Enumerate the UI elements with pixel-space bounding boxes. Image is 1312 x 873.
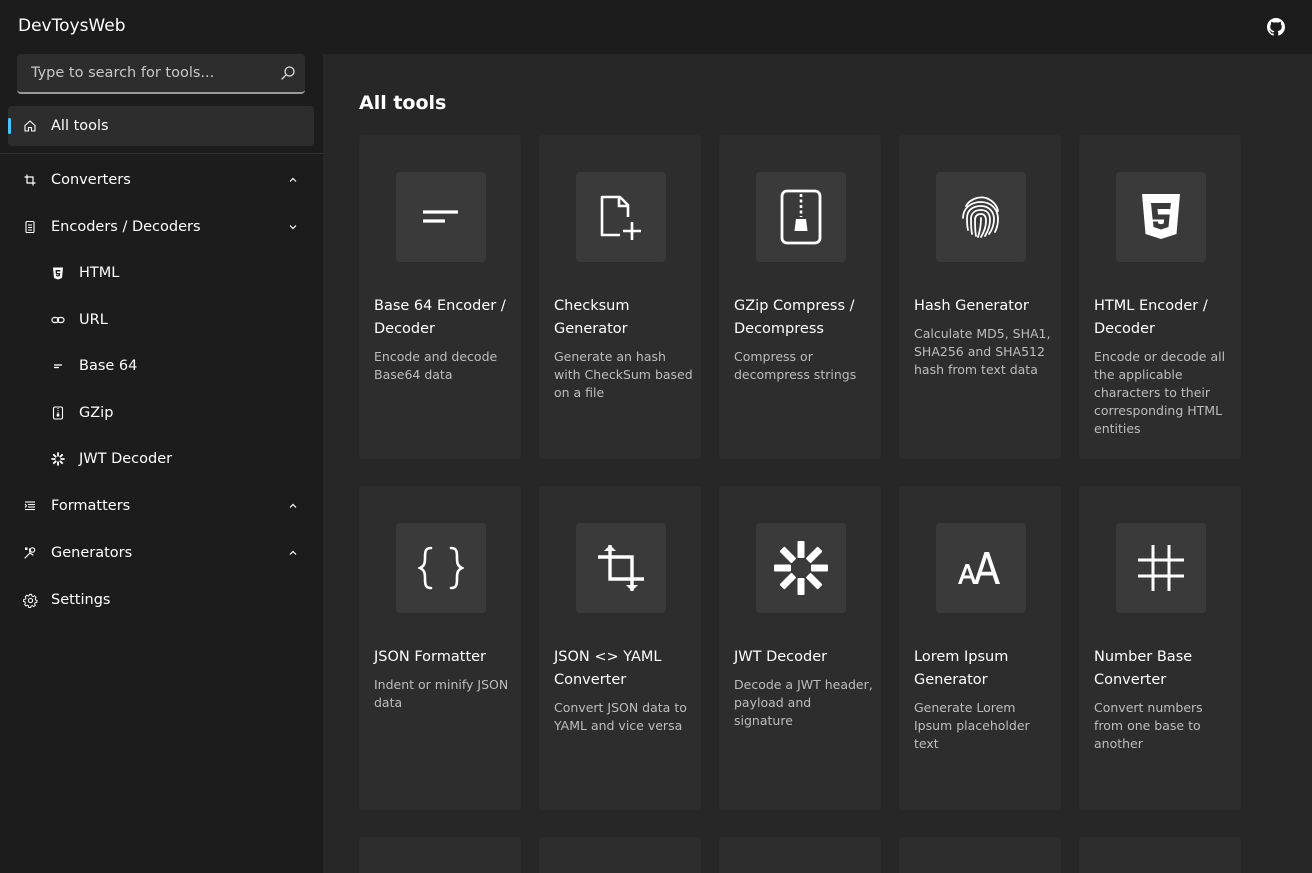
- card-title: JSON <> YAML Converter: [554, 649, 662, 688]
- zip-icon: [50, 405, 66, 421]
- sidebar-item-converters[interactable]: Converters: [8, 160, 314, 200]
- card-title: HTML Encoder / Decoder: [1094, 298, 1208, 337]
- sidebar-item-formatters[interactable]: Formatters: [8, 486, 314, 526]
- title-bar: DevToysWeb: [0, 0, 1312, 54]
- github-icon[interactable]: [1264, 15, 1288, 39]
- sidebar-item-base-64[interactable]: Base 64: [8, 346, 314, 386]
- card-description: Encode or decode all the applicable char…: [1094, 349, 1226, 436]
- sidebar-item-label: Encoders / Decoders: [51, 219, 201, 235]
- sidebar-item-settings[interactable]: Settings: [8, 580, 314, 620]
- card-title: Lorem Ipsum Generator: [914, 649, 1009, 688]
- sidebar-item-label: GZip: [79, 405, 114, 421]
- sidebar-item-label: All tools: [51, 118, 109, 134]
- card-description: Compress or decompress strings: [734, 349, 857, 382]
- tool-card[interactable]: [899, 837, 1061, 873]
- sidebar-item-label: Converters: [51, 172, 131, 188]
- sidebar-item-label: Base 64: [79, 358, 138, 374]
- card-title: Base 64 Encoder / Decoder: [374, 298, 506, 337]
- tool-card-gzip[interactable]: GZip Compress / Decompress Compress or d…: [719, 135, 881, 459]
- sidebar-item-html[interactable]: HTML: [8, 253, 314, 293]
- base64-icon: [396, 172, 486, 262]
- tool-card[interactable]: [1079, 837, 1241, 873]
- sidebar-item-generators[interactable]: Generators: [8, 533, 314, 573]
- sidebar-item-url[interactable]: URL: [8, 300, 314, 340]
- chevron-up-icon[interactable]: [286, 173, 300, 187]
- search-box: [17, 54, 305, 94]
- formatters-icon: [22, 498, 38, 514]
- chevron-down-icon[interactable]: [286, 220, 300, 234]
- tool-card-jwt[interactable]: JWT Decoder Decode a JWT header, payload…: [719, 486, 881, 810]
- hash-icon: [1116, 523, 1206, 613]
- text-size-icon: [936, 523, 1026, 613]
- sidebar-item-label: Generators: [51, 545, 133, 561]
- converters-icon: [22, 172, 38, 188]
- card-description: Decode a JWT header, payload and signatu…: [734, 677, 873, 728]
- card-title: JWT Decoder: [734, 649, 828, 665]
- tool-card-number-base[interactable]: Number Base Converter Convert numbers fr…: [1079, 486, 1241, 810]
- crop-icon: [576, 523, 666, 613]
- file-add-icon: [576, 172, 666, 262]
- card-title: Checksum Generator: [554, 298, 630, 337]
- card-description: Calculate MD5, SHA1, SHA256 and SHA512 h…: [914, 326, 1051, 377]
- tool-card-base64[interactable]: Base 64 Encoder / Decoder Encode and dec…: [359, 135, 521, 459]
- fingerprint-icon: [936, 172, 1026, 262]
- link-icon: [50, 312, 66, 328]
- tool-card[interactable]: [539, 837, 701, 873]
- card-description: Encode and decode Base64 data: [374, 349, 498, 382]
- sidebar: All tools Converters Encoders / Decoders…: [0, 54, 323, 873]
- tool-card-lorem-ipsum[interactable]: Lorem Ipsum Generator Generate Lorem Ips…: [899, 486, 1061, 810]
- tool-card-hash[interactable]: Hash Generator Calculate MD5, SHA1, SHA2…: [899, 135, 1061, 459]
- jwt-icon: [756, 523, 846, 613]
- sidebar-item-all-tools[interactable]: All tools: [8, 106, 314, 146]
- card-title: Number Base Converter: [1094, 649, 1193, 688]
- card-title: JSON Formatter: [374, 649, 487, 665]
- sidebar-item-label: URL: [79, 312, 108, 328]
- sidebar-item-label: JWT Decoder: [79, 451, 173, 467]
- chevron-up-icon[interactable]: [286, 499, 300, 513]
- card-description: Generate an hash with CheckSum based on …: [554, 349, 693, 400]
- sidebar-item-encoders-decoders[interactable]: Encoders / Decoders: [8, 207, 314, 247]
- sidebar-item-gzip[interactable]: GZip: [8, 393, 314, 433]
- card-description: Generate Lorem Ipsum placeholder text: [914, 700, 1030, 751]
- card-title: GZip Compress / Decompress: [734, 298, 855, 337]
- tool-card[interactable]: [359, 837, 521, 873]
- zip-icon: [756, 172, 846, 262]
- app-title: DevToysWeb: [18, 16, 126, 36]
- search-input[interactable]: [17, 54, 267, 92]
- tool-card-checksum[interactable]: Checksum Generator Generate an hash with…: [539, 135, 701, 459]
- generators-icon: [22, 545, 38, 561]
- page-title: All tools: [359, 92, 447, 114]
- braces-icon: [396, 523, 486, 613]
- gear-icon: [22, 592, 38, 608]
- encoders-icon: [22, 219, 38, 235]
- card-title: Hash Generator: [914, 298, 1029, 314]
- search-icon[interactable]: [279, 64, 297, 82]
- card-description: Convert JSON data to YAML and vice versa: [554, 700, 687, 733]
- tool-card[interactable]: [719, 837, 881, 873]
- html5-icon: [50, 265, 66, 281]
- chevron-up-icon[interactable]: [286, 546, 300, 560]
- tool-card-json-formatter[interactable]: JSON Formatter Indent or minify JSON dat…: [359, 486, 521, 810]
- card-description: Convert numbers from one base to another: [1094, 700, 1203, 751]
- home-icon: [22, 118, 38, 134]
- sidebar-item-label: Settings: [51, 592, 111, 608]
- card-description: Indent or minify JSON data: [374, 677, 509, 710]
- sidebar-item-jwt-decoder[interactable]: JWT Decoder: [8, 439, 314, 479]
- html5-icon: [1116, 172, 1206, 262]
- tool-card-html[interactable]: HTML Encoder / Decoder Encode or decode …: [1079, 135, 1241, 459]
- sidebar-item-label: HTML: [79, 265, 120, 281]
- jwt-icon: [50, 451, 66, 467]
- sidebar-divider: [0, 153, 323, 154]
- tool-card-json-yaml[interactable]: JSON <> YAML Converter Convert JSON data…: [539, 486, 701, 810]
- base64-icon: [50, 358, 66, 374]
- sidebar-item-label: Formatters: [51, 498, 131, 514]
